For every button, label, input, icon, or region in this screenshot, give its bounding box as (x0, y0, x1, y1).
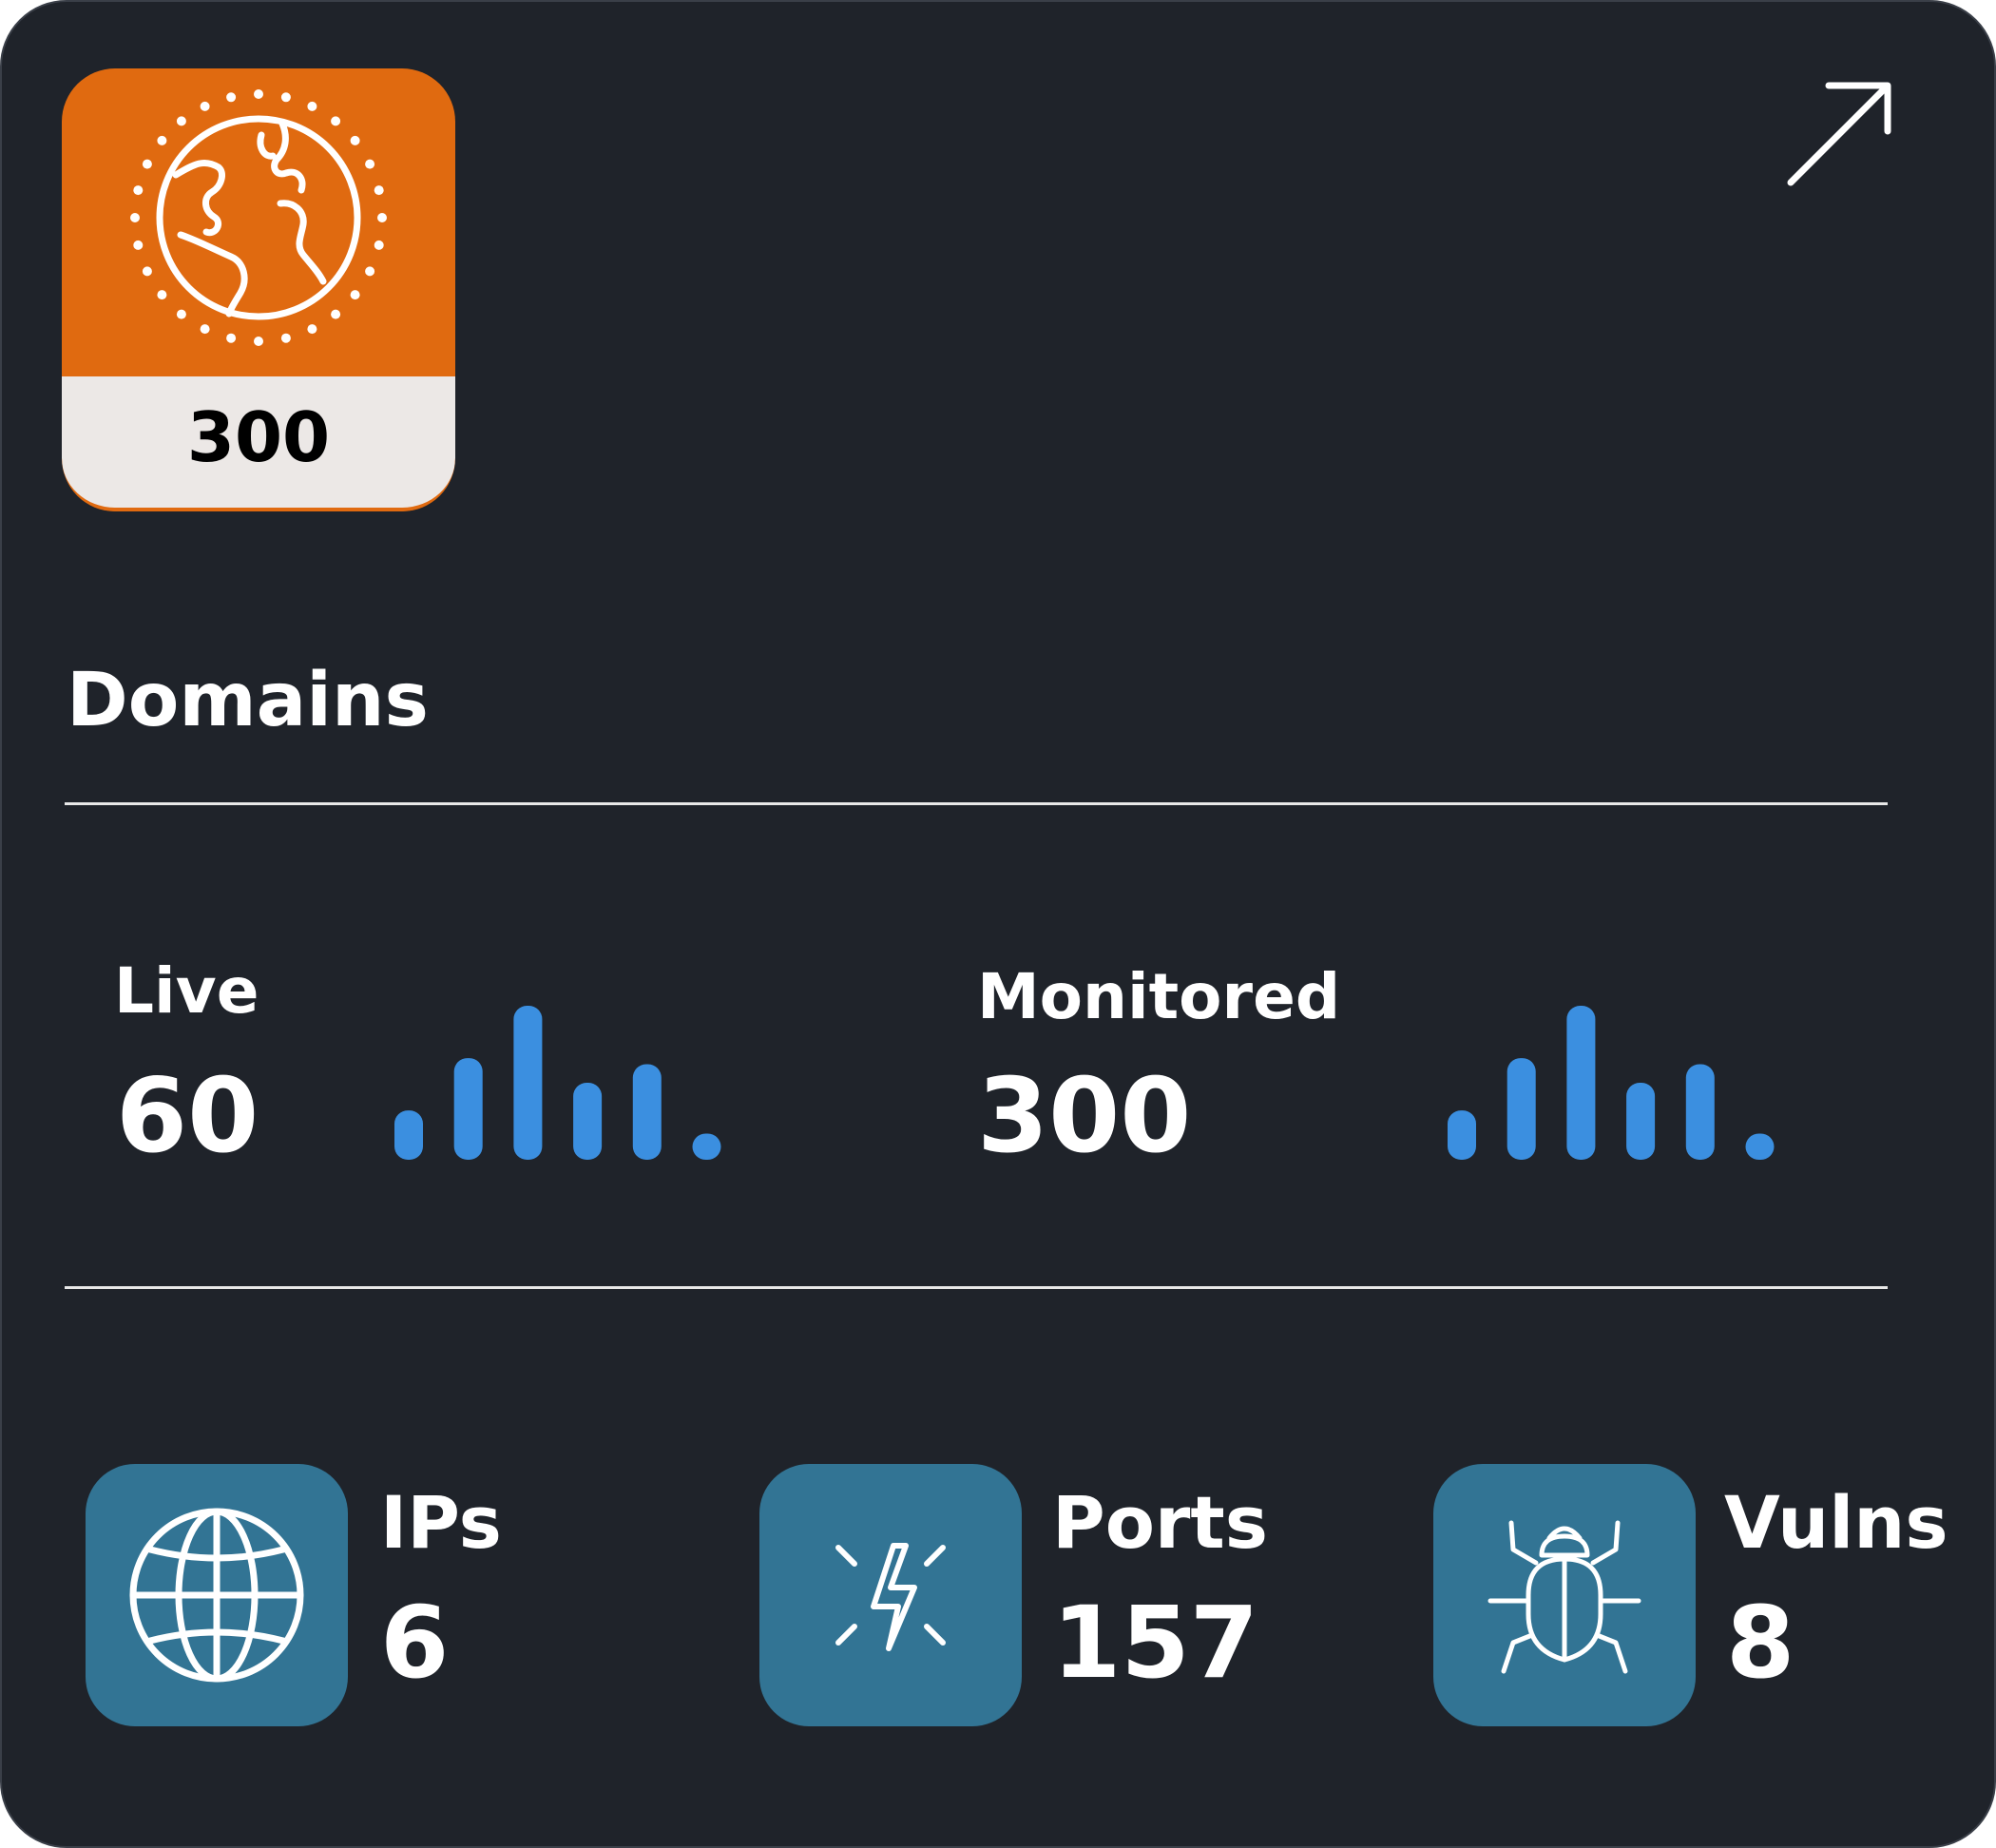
metric-value-vulns: 8 (1726, 1585, 1795, 1701)
metric-label-vulns: Vulns (1724, 1480, 1948, 1565)
trend-bar (632, 1064, 662, 1160)
trend-bars-monitored (1448, 1006, 1775, 1160)
trend-bar (1685, 1064, 1715, 1160)
domains-card: 300 Domains Live 60 Monitored 300 IPs 6 … (0, 0, 1996, 1848)
metric-label-ports: Ports (1052, 1480, 1268, 1565)
trend-bar (1507, 1058, 1536, 1160)
globe-sparkle-icon (62, 68, 455, 377)
metric-label-ips: IPs (380, 1480, 502, 1565)
trend-bar (1745, 1133, 1775, 1160)
stat-label-monitored: Monitored (977, 960, 1341, 1033)
trend-bars-live (394, 1006, 721, 1160)
stat-label-live: Live (114, 954, 259, 1028)
stat-value-live: 60 (116, 1057, 259, 1176)
trend-bar (1626, 1083, 1656, 1160)
divider-top (65, 802, 1888, 805)
metric-value-ports: 157 (1052, 1585, 1259, 1701)
trend-bar (573, 1083, 603, 1160)
trend-bar (513, 1006, 543, 1160)
trend-bar (453, 1058, 483, 1160)
trend-bar (1448, 1110, 1476, 1160)
lightning-icon (835, 1543, 946, 1651)
globe-grid-icon (129, 1508, 304, 1683)
badge-count-box: 300 (62, 376, 455, 511)
stat-value-monitored: 300 (977, 1057, 1192, 1176)
trend-bar (1566, 1006, 1596, 1160)
card-title: Domains (67, 658, 429, 743)
ips-tile[interactable] (86, 1464, 348, 1726)
bug-icon (1487, 1520, 1641, 1674)
metric-value-ips: 6 (380, 1585, 450, 1701)
trend-bar (394, 1110, 423, 1160)
trend-bar (692, 1133, 721, 1160)
ports-tile[interactable] (759, 1464, 1022, 1726)
badge-count: 300 (186, 397, 331, 477)
domains-badge: 300 (62, 68, 455, 511)
arrow-up-right-icon[interactable] (1779, 78, 1903, 192)
divider-bottom (65, 1286, 1888, 1289)
vulns-tile[interactable] (1433, 1464, 1696, 1726)
